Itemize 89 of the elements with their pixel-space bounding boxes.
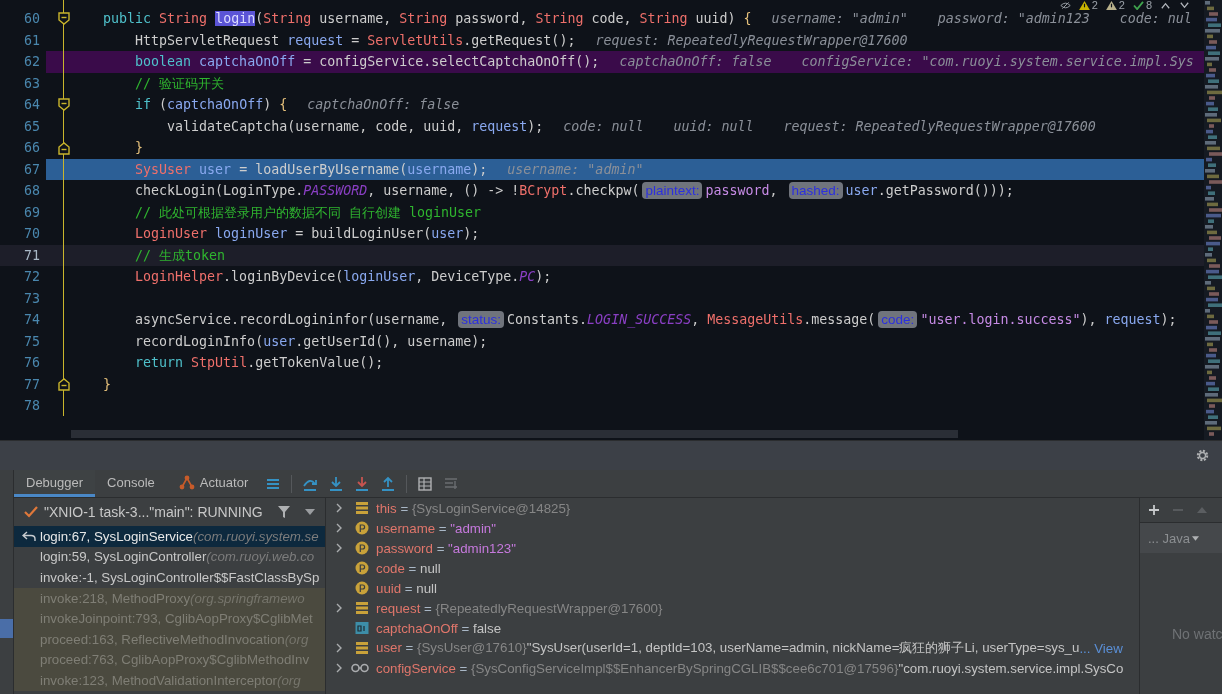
debug-tab[interactable]: Console	[95, 470, 167, 497]
parameter-hint: plaintext:	[642, 182, 703, 199]
variable-entry[interactable]: request = {RepeatedlyRequestWrapper@17600}	[376, 600, 663, 616]
chevron-down-icon[interactable]	[1179, 1, 1190, 10]
variable-entry[interactable]: code = null	[376, 560, 441, 576]
force-step-into-icon[interactable]	[354, 475, 371, 492]
code-text: // 验证码开关	[135, 75, 225, 91]
code-text: HttpServletRequest request = ServletUtils.getRequest();	[135, 32, 576, 48]
expand-chevron-icon[interactable]	[335, 642, 343, 654]
chevron-up-icon[interactable]	[1160, 1, 1171, 10]
code-text: LoginHelper.loginByDevice(loginUser, DeviceType.PC);	[135, 269, 552, 284]
view-link[interactable]: ... View	[1079, 640, 1123, 656]
inline-value: code: nul	[1119, 11, 1192, 26]
expand-chevron-icon[interactable]	[335, 542, 343, 554]
line-number: 62	[0, 51, 46, 73]
settings-icon[interactable]	[1195, 448, 1210, 463]
code-text: recordLoginInfo(user.getUserId(), username);	[135, 333, 488, 349]
parameter-hint: hashed:	[788, 182, 843, 199]
stack-frame[interactable]: login:59, SysLoginController(com.ruoyi.web.co	[14, 546, 325, 568]
code-text: "user.login.success"), request);	[920, 312, 1177, 327]
warning-icon[interactable]	[1078, 1, 1090, 10]
eye-crossed-icon[interactable]	[1059, 1, 1071, 10]
return-arrow-icon	[22, 530, 36, 543]
code-text: }	[135, 140, 144, 155]
thread-name: "XNIO-1 task-3..."main": RUNNING	[44, 504, 264, 520]
minimap-drawing[interactable]	[1204, 0, 1222, 440]
code-text: // 此处可根据登录用户的数据不同 自行创建 loginUser	[135, 204, 482, 220]
inspection-count: 2	[1091, 0, 1098, 11]
code-text: password,	[705, 183, 779, 198]
language-dropdown[interactable]: ... Java	[1140, 523, 1222, 553]
stack-frame[interactable]: invoke:-1, SysLoginController$$FastClassBySp	[14, 567, 325, 588]
fold-icon[interactable]	[58, 377, 70, 392]
debug-tab[interactable]: Actuator	[166, 470, 261, 497]
parameter-hint: code:	[878, 311, 918, 328]
fold-icon[interactable]	[58, 97, 70, 112]
check-icon	[24, 506, 38, 518]
code-text: checkLogin(LoginType.PASSWORD, username, () -> !BCrypt.checkpw(	[135, 183, 640, 198]
line-number: 67	[0, 158, 46, 180]
variable-entry[interactable]: configService = {SysConfigServiceImpl$$EnhancerBySpringCGLIB$$cee6c701@17596}"com.ruoyi.system.service.impl.SysCo	[376, 660, 1124, 676]
variable-entry[interactable]: captchaOnOff = false	[376, 620, 502, 636]
expand-chevron-icon[interactable]	[335, 662, 343, 674]
inspection-count: 2	[1118, 0, 1125, 11]
expand-chevron-icon[interactable]	[335, 522, 343, 534]
inline-value: uuid: null	[673, 118, 754, 134]
code-text: // 生成token	[135, 247, 226, 263]
code-text: LoginUser loginUser = buildLoginUser(user);	[135, 226, 480, 241]
fold-icon[interactable]	[58, 11, 70, 26]
inline-value: username: "admin"	[507, 161, 644, 177]
fold-icon[interactable]	[58, 140, 70, 155]
code-text: validateCaptcha(username, code, uuid, request);	[167, 118, 544, 134]
variable-entry[interactable]: uuid = null	[376, 580, 437, 596]
stack-frame[interactable]: login:67, SysLoginService(com.ruoyi.system.se	[14, 526, 325, 547]
code-text: public String login(String username, String password, String code, String uuid) {	[103, 11, 752, 26]
variable-entry[interactable]: this = {SysLoginService@14825}	[376, 500, 571, 516]
inline-value: request: RepeatedlyRequestWrapper@17600	[783, 118, 1096, 134]
dropdown-caret-icon[interactable]	[305, 509, 315, 515]
inspection-count: 8	[1145, 0, 1152, 11]
code-text: user.getPassword()));	[845, 183, 1014, 198]
variable-entry[interactable]: user = {SysUser@17610}"SysUser(userId=1, deptId=103, userName=admin, nickName=疯狂的狮子Li, userType=sys_u	[376, 639, 1080, 657]
inline-value: request: RepeatedlyRequestWrapper@17600	[595, 32, 908, 48]
code-text: SysUser user = loadUserByUsername(username);	[135, 161, 488, 177]
table-icon[interactable]	[417, 475, 434, 492]
thread-selector[interactable]: "XNIO-1 task-3..."main": RUNNING	[14, 498, 325, 526]
code-text: Constants.LOGIN_SUCCESS, MessageUtils.message(	[507, 312, 876, 327]
parameter-hint: status:	[458, 311, 505, 328]
code-text: asyncService.recordLogininfor(username,	[135, 312, 449, 327]
inline-value: password: "admin123	[937, 11, 1090, 26]
code-text: return StpUtil.getTokenValue();	[135, 355, 384, 370]
check-icon[interactable]	[1132, 1, 1144, 10]
variable-entry[interactable]: username = "admin"	[376, 520, 496, 536]
code-text: }	[103, 376, 112, 392]
inline-value: username: "admin"	[771, 11, 908, 26]
code-text: boolean captchaOnOff = configService.selectCaptchaOnOff();	[135, 54, 600, 69]
expand-chevron-icon[interactable]	[335, 602, 343, 614]
expand-chevron-icon[interactable]	[335, 502, 343, 514]
step-into-icon[interactable]	[328, 475, 345, 492]
add-icon[interactable]	[1148, 504, 1160, 516]
filter-icon[interactable]	[277, 505, 291, 519]
actuator-icon	[178, 474, 195, 490]
variable-entry[interactable]: password = "admin123"	[376, 540, 516, 556]
code-text: if (captchaOnOff) {	[135, 97, 288, 112]
inline-value: captchaOnOff: false	[619, 54, 772, 69]
inline-value: captchaOnOff: false	[307, 97, 460, 112]
step-out-icon[interactable]	[380, 475, 397, 492]
warning-icon[interactable]	[1105, 1, 1117, 10]
inline-value: configService: "com.ruoyi.system.service.impl.Sys	[801, 54, 1194, 69]
inline-value: code: null	[563, 118, 644, 134]
horizontal-scrollbar[interactable]	[71, 429, 958, 438]
dropdown-caret-icon[interactable]	[1191, 535, 1199, 541]
